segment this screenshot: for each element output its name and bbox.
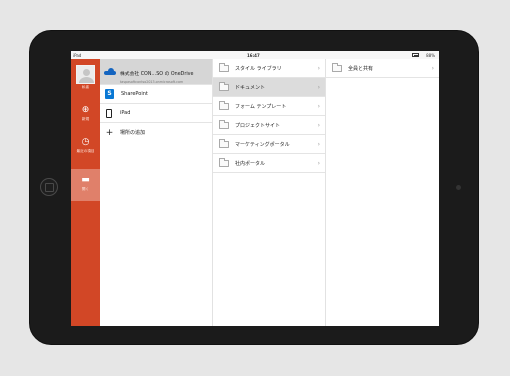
folder-icon: [219, 139, 229, 148]
folder-label: 社内ポータル: [235, 160, 266, 167]
documents-panel: 全員と共有 ›: [326, 59, 439, 326]
sites-panel: スタイル ライブラリ › ドキュメント › フォーム テンプレート › プロジェクトサ…: [213, 59, 326, 326]
sidebar-rail: 私者 ⊕ 新規 ◷ 最近の項目 ▬ 開く: [71, 59, 100, 326]
folder-icon: [332, 63, 342, 72]
rail-account-label: 私者: [81, 85, 90, 89]
rail-open-label: 開く: [81, 187, 90, 191]
onedrive-icon: [104, 68, 116, 75]
folder-item[interactable]: 全員と共有 ›: [326, 59, 439, 78]
folder-item[interactable]: 社内ポータル ›: [213, 154, 325, 173]
rail-new[interactable]: ⊕ 新規: [71, 105, 100, 122]
add-place-button[interactable]: + 場所の追加: [100, 123, 212, 142]
folder-label: 全員と共有: [348, 65, 374, 72]
sharepoint-label: SharePoint: [121, 91, 148, 97]
folder-label: プロジェクトサイト: [235, 122, 281, 129]
chevron-right-icon: ›: [431, 65, 434, 72]
chevron-right-icon: ›: [317, 160, 320, 167]
rail-recent[interactable]: ◷ 最近の項目: [71, 137, 100, 154]
battery-percent: 88%: [426, 52, 435, 58]
rail-recent-label: 最近の項目: [76, 149, 95, 153]
chevron-right-icon: ›: [317, 84, 320, 91]
new-document-icon: ⊕: [81, 105, 90, 115]
onedrive-title: 株式会社 CON…SO の OneDrive: [120, 71, 194, 77]
location-ipad[interactable]: iPad: [100, 104, 212, 123]
clock-icon: ◷: [81, 137, 90, 147]
chevron-right-icon: ›: [317, 122, 320, 129]
locations-panel: 株式会社 CON…SO の OneDrive taspasoftcontso20…: [100, 59, 213, 326]
location-sharepoint[interactable]: S SharePoint: [100, 85, 212, 104]
folder-icon: [219, 158, 229, 167]
chevron-right-icon: ›: [317, 65, 320, 72]
clock: 16:47: [247, 52, 260, 58]
folder-icon: [219, 101, 229, 110]
folder-open-icon: ▬: [81, 175, 90, 185]
folder-item[interactable]: プロジェクトサイト ›: [213, 116, 325, 135]
sharepoint-icon: S: [105, 89, 114, 99]
onedrive-subtitle: taspasoftcontso2013.onmicrosoft.com: [120, 79, 184, 84]
battery-icon: [412, 53, 419, 57]
rail-new-label: 新規: [81, 117, 90, 121]
folder-item[interactable]: フォーム テンプレート ›: [213, 97, 325, 116]
folder-label: マーケティングポータル: [235, 141, 290, 148]
chevron-right-icon: ›: [317, 141, 320, 148]
folder-item[interactable]: スタイル ライブラリ ›: [213, 59, 325, 78]
add-place-label: 場所の追加: [120, 130, 146, 136]
folder-icon: [219, 120, 229, 129]
folder-icon: [219, 82, 229, 91]
avatar: [76, 65, 95, 84]
rail-open[interactable]: ▬ 開く: [71, 169, 100, 201]
folder-item-selected[interactable]: ドキュメント ›: [213, 78, 325, 97]
folder-label: スタイル ライブラリ: [235, 65, 282, 72]
ipad-icon: [106, 108, 112, 118]
folder-icon: [219, 63, 229, 72]
plus-icon: +: [105, 127, 114, 138]
folder-label: ドキュメント: [235, 84, 266, 91]
folder-label: フォーム テンプレート: [235, 103, 287, 110]
chevron-right-icon: ›: [317, 103, 320, 110]
folder-item[interactable]: マーケティングポータル ›: [213, 135, 325, 154]
ipad-label: iPad: [120, 110, 131, 116]
rail-account[interactable]: 私者: [71, 65, 100, 90]
front-camera: [456, 185, 461, 190]
app-screen: iPad 16:47 88% 私者 ⊕ 新規 ◷ 最近の項目 ▬ 開く 株式会社…: [71, 51, 439, 326]
status-bar: iPad 16:47 88%: [71, 51, 439, 59]
location-onedrive[interactable]: 株式会社 CON…SO の OneDrive taspasoftcontso20…: [100, 59, 212, 85]
carrier-label: iPad: [73, 52, 82, 58]
home-button[interactable]: [40, 178, 58, 196]
